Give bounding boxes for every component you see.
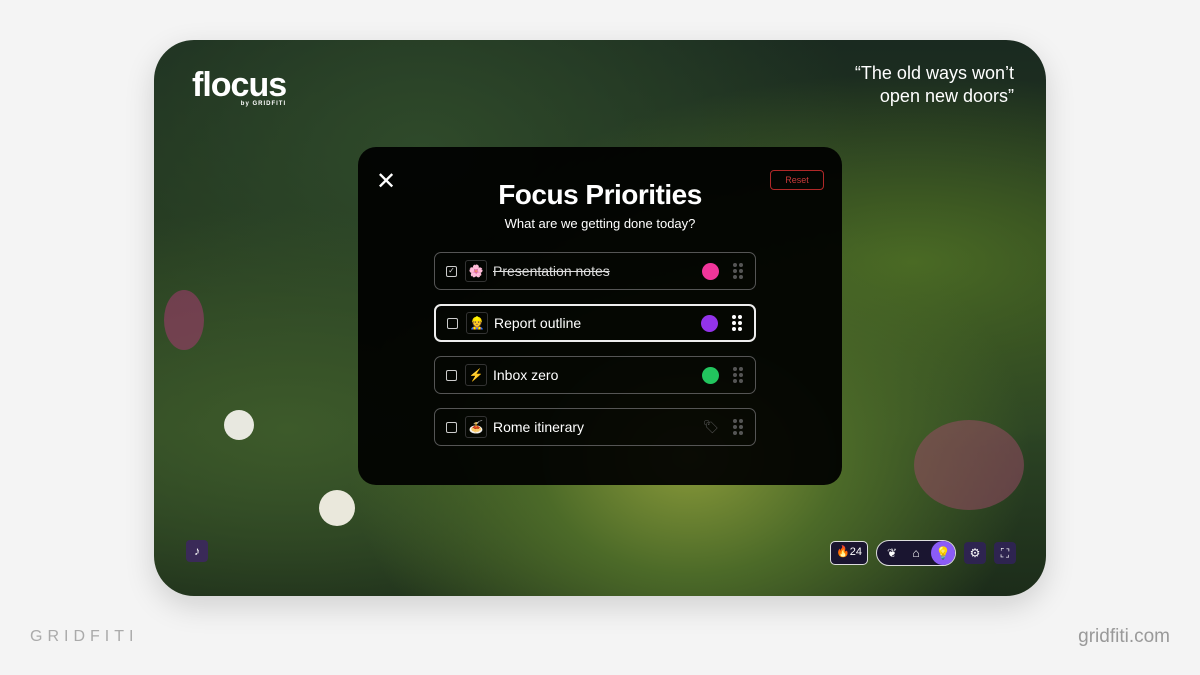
color-tag[interactable] [701, 314, 718, 332]
background-scene: flocus by GRIDFITI “The old ways won’t op… [154, 40, 1046, 596]
task-emoji[interactable]: 🍝 [465, 416, 487, 438]
modal-title: Focus Priorities [498, 179, 702, 210]
task-emoji[interactable]: ⚡ [465, 364, 487, 386]
task-checkbox[interactable] [447, 317, 458, 329]
task-checkbox[interactable] [446, 421, 457, 433]
tag-icon[interactable]: 🏷 [702, 419, 719, 435]
flower [914, 420, 1024, 510]
task-checkbox[interactable]: ✓ [446, 265, 457, 277]
drag-handle-icon[interactable] [733, 367, 743, 383]
task-row[interactable]: 🍝 Rome itinerary 🏷 [434, 408, 756, 446]
music-icon[interactable]: ♪ [186, 540, 208, 562]
task-emoji[interactable]: 🌸 [465, 260, 487, 282]
drag-handle-icon[interactable] [732, 315, 742, 331]
watermark-left: GRIDFITI [30, 628, 139, 645]
color-tag[interactable] [702, 366, 719, 384]
task-label[interactable]: Presentation notes [493, 263, 702, 279]
flower [319, 490, 355, 526]
flower [164, 290, 204, 350]
logo: flocus by GRIDFITI [192, 66, 287, 107]
task-list: ✓ 🌸 Presentation notes 👷 Report outline … [434, 252, 756, 460]
task-row[interactable]: ✓ 🌸 Presentation notes [434, 252, 756, 290]
streak-badge[interactable]: 🔥24 [830, 541, 868, 565]
fire-icon: 🔥 [836, 546, 850, 558]
watermark-right: gridfiti.com [1078, 626, 1170, 647]
task-row[interactable]: ⚡ Inbox zero [434, 356, 756, 394]
color-tag[interactable] [702, 262, 719, 280]
modal-subtitle: What are we getting done today? [504, 216, 696, 231]
home-icon[interactable]: ⌂ [907, 546, 925, 560]
streak-count: 24 [849, 546, 862, 558]
task-checkbox[interactable] [446, 369, 457, 381]
settings-icon[interactable]: ⚙ [964, 542, 986, 564]
task-row[interactable]: 👷 Report outline [434, 304, 756, 342]
bottom-toolbar: 🔥24 ❦ ⌂ 💡 ⚙ ⛶ [830, 540, 1016, 566]
flower [224, 410, 254, 440]
fullscreen-icon[interactable]: ⛶ [994, 542, 1016, 564]
quote: “The old ways won’t open new doors” [854, 63, 1014, 106]
task-emoji[interactable]: 👷 [466, 312, 488, 334]
drag-handle-icon[interactable] [733, 419, 743, 435]
focus-priorities-modal: ✕ Reset Focus Priorities What are we get… [358, 147, 842, 485]
mode-switcher: ❦ ⌂ 💡 [876, 540, 956, 566]
drag-handle-icon[interactable] [733, 263, 743, 279]
plant-icon[interactable]: ❦ [883, 546, 901, 560]
task-label[interactable]: Rome itinerary [493, 419, 702, 435]
lightbulb-icon[interactable]: 💡 [931, 541, 955, 565]
task-label[interactable]: Report outline [494, 315, 701, 331]
task-label[interactable]: Inbox zero [493, 367, 702, 383]
logo-text: flocus [192, 66, 287, 104]
